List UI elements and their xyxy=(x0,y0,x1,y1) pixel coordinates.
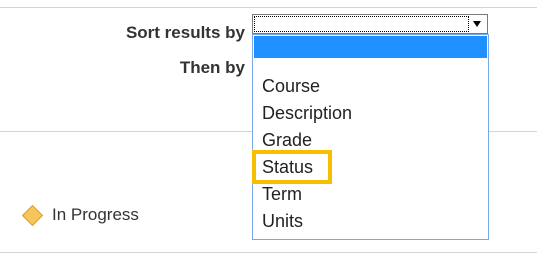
option-grade[interactable]: Grade xyxy=(254,129,487,151)
then-by-label: Then by xyxy=(179,58,245,77)
option-units[interactable]: Units xyxy=(254,210,487,232)
legend-in-progress: In Progress xyxy=(21,204,139,226)
sort-results-by-select[interactable] xyxy=(252,14,488,34)
option-status[interactable]: Status xyxy=(254,156,487,178)
option-course[interactable]: Course xyxy=(254,75,487,97)
select-focus-ring xyxy=(254,16,469,32)
bottom-divider xyxy=(0,252,537,253)
top-divider xyxy=(0,7,537,8)
chevron-down-icon[interactable] xyxy=(473,21,481,27)
option-blank[interactable] xyxy=(254,36,487,58)
in-progress-label: In Progress xyxy=(52,205,139,224)
option-term[interactable]: Term xyxy=(254,183,487,205)
sort-results-by-label: Sort results by xyxy=(125,23,245,42)
sort-options-list[interactable]: Course Description Grade Status Term Uni… xyxy=(252,34,489,240)
diamond-icon xyxy=(21,204,44,226)
option-description[interactable]: Description xyxy=(254,102,487,124)
